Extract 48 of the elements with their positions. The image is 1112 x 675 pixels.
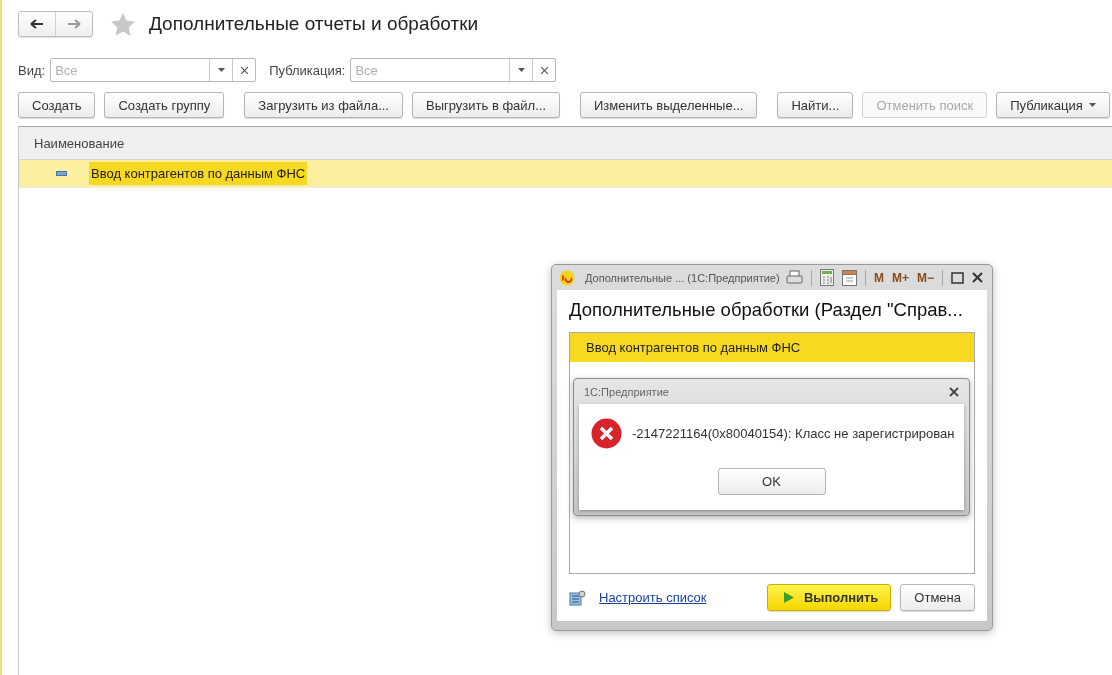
ok-button[interactable]: OK: [717, 468, 826, 495]
caret-icon: [1088, 103, 1096, 107]
list-item[interactable]: Ввод контрагентов по данным ФНС: [570, 333, 974, 362]
filter-label: Публикация:: [269, 62, 346, 78]
run-button[interactable]: Выполнить: [766, 584, 892, 611]
filter-input[interactable]: Все: [51, 59, 210, 81]
item-icon: [56, 171, 67, 176]
toolbar-button[interactable]: Изменить выделенные...: [580, 92, 758, 118]
filter-field[interactable]: Все: [50, 58, 257, 82]
table-row[interactable]: Ввод контрагентов по данным ФНС: [19, 160, 1112, 188]
list-settings-icon[interactable]: [569, 589, 586, 606]
printer-icon[interactable]: [785, 270, 803, 285]
back-arrow-icon: [30, 19, 44, 29]
memory-button[interactable]: M−: [917, 270, 934, 285]
table-cell: Ввод контрагентов по данным ФНС: [89, 162, 308, 185]
forward-arrow-icon: [67, 19, 81, 29]
dropdown-icon[interactable]: [217, 68, 225, 72]
play-icon: [783, 592, 794, 603]
memory-button[interactable]: M+: [891, 270, 909, 285]
toolbar-button[interactable]: Создать: [18, 92, 96, 118]
toolbar-button[interactable]: Создать группу: [104, 92, 225, 118]
toolbar-button[interactable]: Найти...: [777, 92, 854, 118]
app-logo-icon: [559, 269, 575, 286]
window-title: Дополнительные отчеты и обработки: [149, 13, 479, 35]
close-icon[interactable]: [240, 66, 248, 74]
close-icon[interactable]: [540, 66, 548, 74]
close-icon[interactable]: [972, 272, 983, 283]
toolbar-button[interactable]: Выгрузить в файл...: [412, 92, 560, 118]
form-heading: Дополнительные обработки (Раздел "Справ...: [569, 299, 964, 321]
close-icon[interactable]: [949, 386, 959, 397]
calculator-icon[interactable]: [819, 269, 834, 286]
column-header: Наименование: [19, 127, 1112, 160]
star-icon[interactable]: [111, 12, 135, 36]
cancel-button[interactable]: Отмена: [900, 584, 975, 611]
toolbar-button[interactable]: Публикация: [996, 92, 1110, 118]
calendar-icon[interactable]: [841, 269, 857, 286]
filter-field[interactable]: Все: [350, 58, 557, 82]
dropdown-icon[interactable]: [517, 68, 525, 72]
dialog-title: 1С:Предприятие: [584, 385, 669, 398]
error-icon: [591, 418, 622, 449]
filter-label: Вид:: [18, 62, 46, 78]
memory-button[interactable]: M: [873, 270, 884, 285]
toolbar-button[interactable]: Загрузить из файла...: [244, 92, 403, 118]
maximize-icon[interactable]: [951, 271, 964, 284]
configure-list-link[interactable]: Настроить список: [599, 590, 707, 605]
window-title: Дополнительные ... (1С:Предприятие): [585, 271, 780, 284]
error-message: -2147221164(0x80040154): Класс не зарегистрирован: [632, 426, 955, 441]
filter-input[interactable]: Все: [351, 59, 510, 81]
